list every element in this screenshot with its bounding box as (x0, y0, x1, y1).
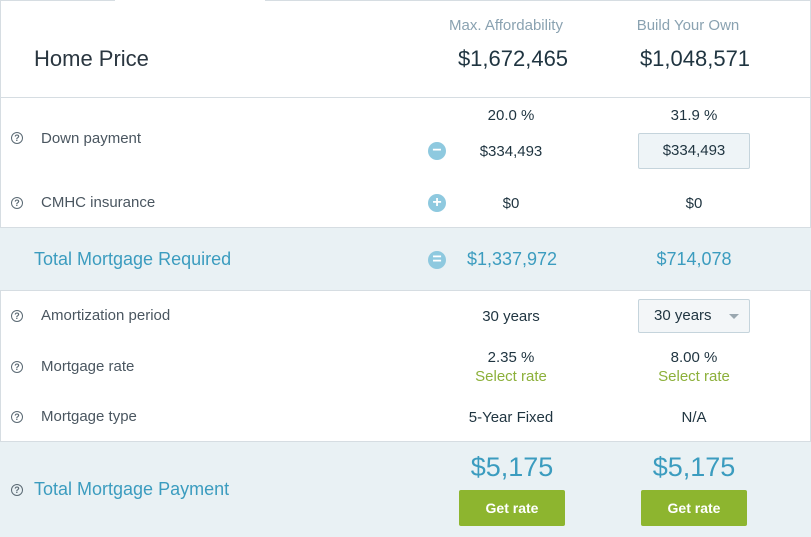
total-mortgage-payment-build-value: $5,175 (652, 452, 736, 482)
amortization-period-label: Amortization period (41, 307, 171, 324)
divider (0, 290, 811, 291)
column-header-build-your-own: Build Your Own (636, 17, 740, 34)
amortization-max-value: 30 years (482, 308, 540, 325)
help-icon[interactable]: ? (11, 361, 23, 373)
down-payment-max-percent: 20.0 % (487, 107, 535, 124)
mortgage-rate-max-value: 2.35 % (487, 349, 535, 366)
active-tab-gap (115, 0, 265, 1)
cmhc-build-value: $0 (685, 195, 703, 212)
caret-down-icon (729, 314, 739, 319)
down-payment-label: Down payment (41, 130, 142, 147)
mortgage-rate-label: Mortgage rate (41, 358, 135, 375)
select-rate-link-max[interactable]: Select rate (411, 368, 611, 385)
column-header-max-affordability: Max. Affordability (449, 17, 563, 34)
total-mortgage-payment-max-value: $5,175 (470, 452, 554, 482)
down-payment-input[interactable]: $334,493 (638, 133, 750, 169)
home-price-max-value: $1,672,465 (457, 46, 569, 71)
help-icon[interactable]: ? (11, 310, 23, 322)
amortization-select[interactable]: 30 years (638, 299, 750, 333)
down-payment-max-amount: $334,493 (479, 143, 543, 160)
total-mortgage-required-label: Total Mortgage Required (34, 249, 232, 269)
select-rate-link-build[interactable]: Select rate (594, 368, 794, 385)
total-mortgage-required-max-value: $1,337,972 (466, 249, 558, 269)
help-icon[interactable]: ? (11, 132, 23, 144)
down-payment-build-percent: 31.9 % (670, 107, 718, 124)
help-icon[interactable]: ? (11, 411, 23, 423)
mortgage-type-label: Mortgage type (41, 408, 137, 425)
divider (0, 97, 811, 98)
mortgage-type-max-value: 5-Year Fixed (468, 409, 554, 426)
home-price-build-value: $1,048,571 (639, 46, 751, 71)
total-mortgage-payment-label: Total Mortgage Payment (34, 479, 230, 499)
cmhc-insurance-label: CMHC insurance (41, 194, 156, 211)
mortgage-rate-build-value: 8.00 % (670, 349, 718, 366)
get-rate-button-max[interactable]: Get rate (459, 490, 565, 526)
amortization-selected-value: 30 years (654, 307, 712, 324)
get-rate-button-build[interactable]: Get rate (641, 490, 747, 526)
cmhc-max-value: $0 (502, 195, 520, 212)
mortgage-type-build-value: N/A (681, 409, 707, 426)
total-mortgage-required-build-value: $714,078 (656, 249, 732, 269)
home-price-label: Home Price (34, 46, 149, 71)
help-icon[interactable]: ? (11, 197, 23, 209)
help-icon[interactable]: ? (11, 484, 23, 496)
